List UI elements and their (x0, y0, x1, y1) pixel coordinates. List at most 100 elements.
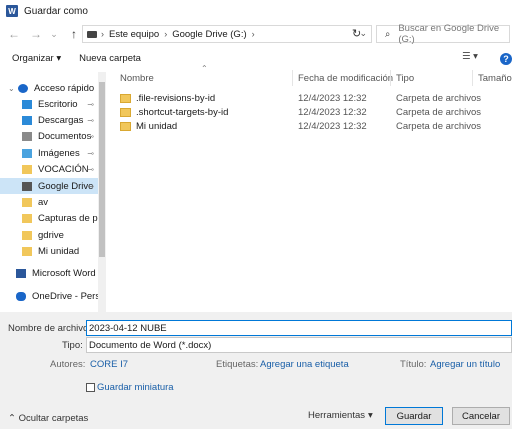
filename-value: 2023-04-12 NUBE (89, 322, 167, 334)
pictures-icon (22, 148, 32, 158)
add-title-link[interactable]: Agregar un título (430, 359, 500, 370)
file-type-label: Tipo: (62, 340, 83, 351)
address-bar[interactable]: › Este equipo › Google Drive (G:) › ⌄ (82, 25, 372, 43)
search-input[interactable]: ⌕ Buscar en Google Drive (G:) (376, 23, 510, 45)
pin-icon: ⊸ (87, 164, 94, 174)
cancel-button[interactable]: Cancelar (452, 407, 510, 425)
tools-button[interactable]: Herramientas (308, 410, 365, 421)
file-type: Carpeta de archivos (396, 93, 482, 104)
chevron-down-icon[interactable]: ⌄ (8, 84, 15, 93)
nav-scrollbar[interactable] (98, 72, 106, 312)
nav-item-desktop[interactable]: Escritorio ⊸ (0, 96, 98, 112)
search-icon: ⌕ (385, 28, 391, 40)
nav-item-onedrive[interactable]: OneDrive - Persor (0, 288, 98, 304)
nav-item-label: OneDrive - Persor (32, 290, 98, 302)
file-modified: 12/4/2023 12:32 (298, 107, 367, 118)
nav-item-google-drive[interactable]: Google Drive ⊸ (0, 178, 98, 194)
breadcrumb-separator[interactable]: › (101, 29, 104, 39)
nav-item-label: Acceso rápido (34, 82, 95, 94)
hide-folders-button[interactable]: ⌃ Ocultar carpetas (8, 413, 88, 424)
save-button-label: Guardar (396, 410, 432, 422)
view-options-button[interactable]: ☰ ▾ (462, 51, 478, 62)
chevron-down-icon[interactable]: ▾ (368, 410, 373, 421)
breadcrumb-this-pc[interactable]: Este equipo (109, 29, 159, 40)
desktop-icon (22, 99, 32, 109)
file-name: .shortcut-targets-by-id (136, 107, 229, 118)
column-header-size[interactable]: Tamaño (478, 70, 512, 86)
nav-item-label: Google Drive (38, 180, 94, 192)
up-arrow-icon[interactable]: ↑ (66, 27, 82, 41)
file-modified: 12/4/2023 12:32 (298, 121, 367, 132)
nav-item-label: VOCACIÓN (38, 163, 89, 175)
word-app-icon: W (6, 5, 18, 17)
breadcrumb-separator[interactable]: › (164, 29, 167, 39)
authors-value[interactable]: CORE I7 (90, 359, 128, 370)
add-tag-link[interactable]: Agregar una etiqueta (260, 359, 349, 370)
nav-item-label: Escritorio (38, 98, 78, 110)
nav-item-label: Documentos (38, 130, 92, 142)
onedrive-icon (16, 291, 26, 301)
file-modified: 12/4/2023 12:32 (298, 93, 367, 104)
pin-icon: ⊸ (87, 115, 94, 125)
title-bar: W Guardar como (0, 0, 512, 22)
filename-label: Nombre de archivo: (8, 323, 91, 334)
nav-item-label: Microsoft Word (32, 267, 96, 279)
back-arrow-icon[interactable]: ← (6, 27, 22, 41)
column-header-name[interactable]: Nombre (120, 70, 154, 86)
refresh-icon[interactable]: ↻ (352, 27, 361, 40)
documents-icon (22, 131, 32, 141)
help-icon[interactable]: ? (500, 53, 512, 65)
nav-item-label: Imágenes (38, 147, 80, 159)
word-icon (16, 268, 26, 278)
nav-item-microsoft-word[interactable]: Microsoft Word (0, 265, 98, 281)
folder-icon (120, 94, 131, 103)
folder-icon (120, 108, 131, 117)
column-divider[interactable] (472, 70, 473, 86)
folder-icon (120, 122, 131, 131)
folder-icon (22, 197, 32, 207)
column-header-modified[interactable]: Fecha de modificación (298, 70, 393, 86)
nav-item-av[interactable]: av (0, 194, 98, 210)
save-options-panel: Nombre de archivo: 2023-04-12 NUBE Tipo:… (0, 312, 512, 429)
column-header-type[interactable]: Tipo (396, 70, 414, 86)
save-thumbnail-label[interactable]: Guardar miniatura (97, 382, 174, 393)
breadcrumb-google-drive[interactable]: Google Drive (G:) (172, 29, 246, 40)
save-button[interactable]: Guardar (385, 407, 443, 425)
title-label: Título: (400, 359, 427, 370)
nav-item-pictures[interactable]: Imágenes ⊸ (0, 145, 98, 161)
drive-icon (22, 181, 32, 191)
nav-item-my-drive[interactable]: Mi unidad (0, 243, 98, 259)
file-row[interactable]: .shortcut-targets-by-id 12/4/2023 12:32 … (120, 105, 500, 120)
filename-input[interactable]: 2023-04-12 NUBE (86, 320, 512, 336)
window-title: Guardar como (24, 5, 88, 17)
address-row: ← → ⌄ ↑ › Este equipo › Google Drive (G:… (0, 22, 512, 46)
file-row[interactable]: .file-revisions-by-id 12/4/2023 12:32 Ca… (120, 91, 500, 106)
folder-icon (22, 213, 32, 223)
nav-item-downloads[interactable]: Descargas ⊸ (0, 112, 98, 128)
folder-icon (22, 246, 32, 256)
nav-item-gdrive[interactable]: gdrive (0, 227, 98, 243)
breadcrumb-separator[interactable]: › (252, 29, 255, 39)
pin-icon: ⊸ (87, 131, 94, 141)
file-type-select[interactable]: Documento de Word (*.docx) (86, 337, 512, 353)
nav-scrollbar-thumb[interactable] (99, 82, 105, 257)
nav-item-documents[interactable]: Documentos ⊸ (0, 128, 98, 144)
file-type: Carpeta de archivos (396, 107, 482, 118)
nav-item-screenshots[interactable]: Capturas de pan (0, 210, 98, 226)
save-thumbnail-checkbox[interactable] (86, 383, 95, 392)
navigation-pane: ⌄ Acceso rápido Escritorio ⊸ Descargas ⊸… (0, 72, 106, 312)
nav-item-vocacion[interactable]: VOCACIÓN ⊸ (0, 161, 98, 177)
nav-item-label: Descargas (38, 114, 84, 126)
column-divider[interactable] (390, 70, 391, 86)
nav-item-quick-access[interactable]: ⌄ Acceso rápido (0, 80, 98, 96)
nav-item-label: Capturas de pan (38, 212, 98, 224)
recent-locations-chevron-icon[interactable]: ⌄ (46, 29, 62, 40)
column-divider[interactable] (292, 70, 293, 86)
organize-button[interactable]: Organizar ▾ (6, 53, 67, 64)
file-name: Mi unidad (136, 121, 178, 132)
file-row[interactable]: Mi unidad 12/4/2023 12:32 Carpeta de arc… (120, 119, 500, 134)
pin-icon: ⊸ (87, 181, 94, 191)
file-name: .file-revisions-by-id (136, 93, 216, 104)
new-folder-button[interactable]: Nueva carpeta (73, 53, 147, 64)
forward-arrow-icon[interactable]: → (28, 27, 44, 41)
